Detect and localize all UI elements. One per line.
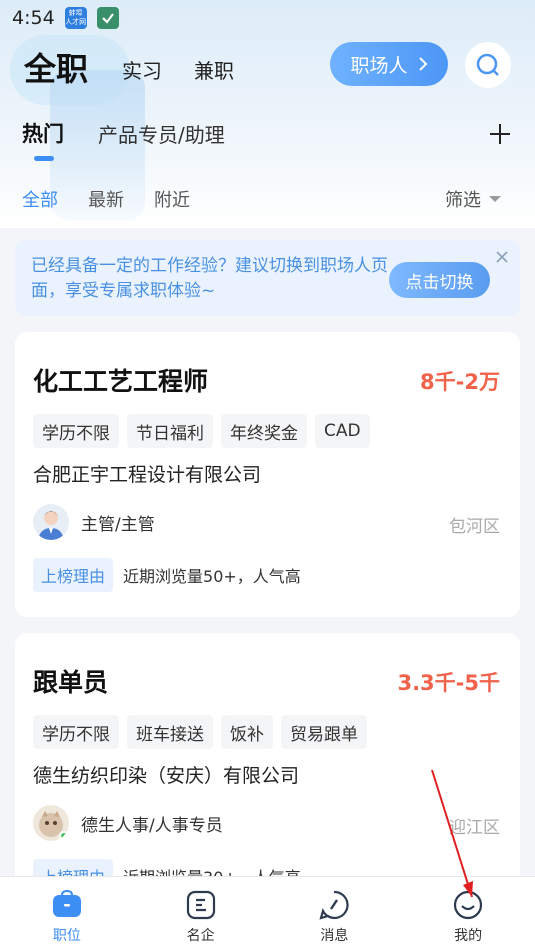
switch-button[interactable]: 点击切换 — [389, 262, 490, 298]
job-title: 跟单员 — [33, 668, 109, 697]
tab-fulltime[interactable]: 全职 — [24, 44, 88, 90]
filter-tabs: 全部 最新 附近 — [22, 186, 190, 212]
job-tags: 学历不限 节日福利 年终奖金 CAD — [33, 414, 370, 448]
job-salary: 3.3千-5千 — [397, 671, 500, 695]
nav-profile[interactable]: 我的 — [401, 877, 535, 951]
nav-label: 名企 — [186, 928, 215, 944]
category-hot[interactable]: 热门 — [22, 118, 64, 148]
chevron-right-icon — [418, 57, 427, 71]
job-tag: 学历不限 — [33, 715, 119, 749]
recruiter-name: 主管/主管 — [81, 514, 155, 535]
dropdown-triangle-icon — [489, 196, 501, 202]
category-product-assistant[interactable]: 产品专员/助理 — [98, 119, 225, 148]
filter-nearby[interactable]: 附近 — [154, 186, 190, 212]
nav-label: 消息 — [320, 928, 349, 944]
nav-messages[interactable]: 消息 — [268, 877, 402, 951]
active-category-indicator — [34, 156, 54, 161]
company-name: 合肥正宇工程设计有限公司 — [33, 464, 262, 486]
recruiter-name: 德生人事/人事专员 — [81, 815, 223, 836]
filter-all[interactable]: 全部 — [22, 186, 58, 212]
job-tag: 班车接送 — [127, 715, 213, 749]
avatar — [33, 504, 69, 540]
add-category-icon[interactable] — [488, 122, 512, 146]
recruiter-row: 德生人事/人事专员 — [33, 805, 223, 841]
screen-filter-label: 筛选 — [445, 190, 481, 211]
job-tag: 年终奖金 — [221, 414, 307, 448]
nav-label: 职位 — [52, 928, 81, 944]
app-notification-icon: 蚌埠 人才网 — [64, 7, 87, 29]
job-type-tabs: 全职 实习 兼职 — [24, 44, 234, 90]
job-district: 迎江区 — [449, 818, 500, 838]
check-app-icon — [96, 7, 119, 29]
recruiter-row: 主管/主管 — [33, 504, 155, 540]
professional-mode-button[interactable]: 职场人 — [330, 42, 448, 86]
search-button[interactable] — [465, 42, 511, 88]
company-name: 德生纺织印染（安庆）有限公司 — [33, 765, 300, 787]
nav-companies[interactable]: 名企 — [134, 877, 268, 951]
tab-parttime[interactable]: 兼职 — [194, 55, 234, 84]
ranking-reason-tag: 上榜理由 — [33, 558, 114, 592]
job-tag: 贸易跟单 — [281, 715, 367, 749]
banner-text: 已经具备一定的工作经验？建议切换到职场人页面，享受专属求职体验~ — [31, 256, 388, 301]
job-tag: CAD — [315, 414, 370, 448]
job-tags: 学历不限 班车接送 饭补 贸易跟单 — [33, 715, 367, 749]
tab-internship[interactable]: 实习 — [122, 55, 162, 84]
nav-label: 我的 — [454, 928, 483, 944]
briefcase-icon — [52, 889, 81, 917]
company-icon — [186, 890, 215, 920]
online-status-dot — [59, 831, 69, 841]
status-bar: 4:54 蚌埠 人才网 — [0, 0, 535, 36]
ranking-reason: 上榜理由 近期浏览量50+，人气高 — [33, 558, 301, 592]
job-salary: 8千-2万 — [420, 370, 500, 394]
status-time: 4:54 — [12, 7, 55, 29]
job-card[interactable]: 化工工艺工程师 8千-2万 学历不限 节日福利 年终奖金 CAD 合肥正宇工程设… — [15, 332, 520, 617]
job-title: 化工工艺工程师 — [33, 367, 209, 396]
job-tag: 饭补 — [221, 715, 273, 749]
nav-jobs[interactable]: 职位 — [0, 877, 134, 951]
category-tabs: 热门 产品专员/助理 — [22, 118, 225, 148]
message-icon — [319, 890, 349, 920]
screen-filter-button[interactable]: 筛选 — [445, 186, 501, 212]
profile-icon — [454, 890, 483, 920]
job-tag: 节日福利 — [127, 414, 213, 448]
professional-mode-label: 职场人 — [350, 54, 408, 77]
switch-mode-banner: 已经具备一定的工作经验？建议切换到职场人页面，享受专属求职体验~ 点击切换 — [15, 240, 520, 316]
search-icon — [476, 53, 499, 76]
avatar — [33, 805, 69, 841]
filter-latest[interactable]: 最新 — [88, 186, 124, 212]
close-icon[interactable] — [495, 250, 509, 264]
job-tag: 学历不限 — [33, 414, 119, 448]
bottom-navigation: 职位 名企 消息 我的 — [0, 876, 535, 951]
job-district: 包河区 — [449, 517, 500, 537]
ranking-reason-text: 近期浏览量50+，人气高 — [123, 567, 301, 586]
